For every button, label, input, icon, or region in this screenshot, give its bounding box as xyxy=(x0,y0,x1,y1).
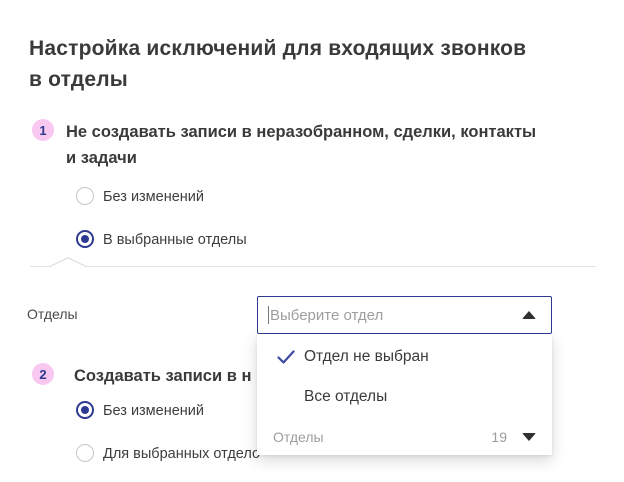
step2-radio-selected-departments[interactable] xyxy=(76,444,94,462)
departments-select-placeholder: Выберите отдел xyxy=(270,307,383,324)
section-divider xyxy=(30,266,596,267)
step2-heading: Создавать записи в н xyxy=(74,363,251,389)
step2-radio-selected-departments-label[interactable]: Для выбранных отдело xyxy=(103,446,260,462)
step2-badge: 2 xyxy=(32,363,54,385)
step1-number: 1 xyxy=(39,123,46,138)
step1-radio-no-changes[interactable] xyxy=(76,187,94,205)
dropdown-group-departments[interactable]: Отделы 19 xyxy=(273,424,536,450)
chevron-up-icon[interactable] xyxy=(522,311,536,319)
dropdown-group-count: 19 xyxy=(491,429,507,445)
chevron-down-icon[interactable] xyxy=(522,433,536,441)
text-cursor xyxy=(268,306,269,324)
dropdown-item-label: Отдел не выбран xyxy=(304,348,429,366)
departments-select-input[interactable]: Выберите отдел xyxy=(257,296,552,334)
step2-radio-no-changes[interactable] xyxy=(76,401,94,419)
step2-number: 2 xyxy=(39,367,46,382)
departments-field-label: Отделы xyxy=(27,306,78,322)
step1-radio-no-changes-label[interactable]: Без изменений xyxy=(103,189,204,205)
dropdown-item-all-departments[interactable]: Все отделы xyxy=(257,380,552,414)
divider-notch xyxy=(50,257,86,267)
dropdown-item-label: Все отделы xyxy=(304,388,387,406)
dropdown-item-no-department[interactable]: Отдел не выбран xyxy=(257,340,552,374)
departments-dropdown-panel: Отдел не выбран Все отделы Отделы 19 xyxy=(257,334,552,455)
page-title: Настройка исключений для входящих звонко… xyxy=(29,33,534,95)
step1-heading: Не создавать записи в неразобранном, сде… xyxy=(66,119,546,171)
step1-badge: 1 xyxy=(32,119,54,141)
step1-radio-selected-departments[interactable] xyxy=(76,230,94,248)
check-icon xyxy=(277,350,295,364)
step2-radio-no-changes-label[interactable]: Без изменений xyxy=(103,403,204,419)
settings-dialog: Настройка исключений для входящих звонко… xyxy=(0,0,624,482)
step1-radio-selected-departments-label[interactable]: В выбранные отделы xyxy=(103,232,247,248)
dropdown-group-label: Отделы xyxy=(273,429,491,445)
